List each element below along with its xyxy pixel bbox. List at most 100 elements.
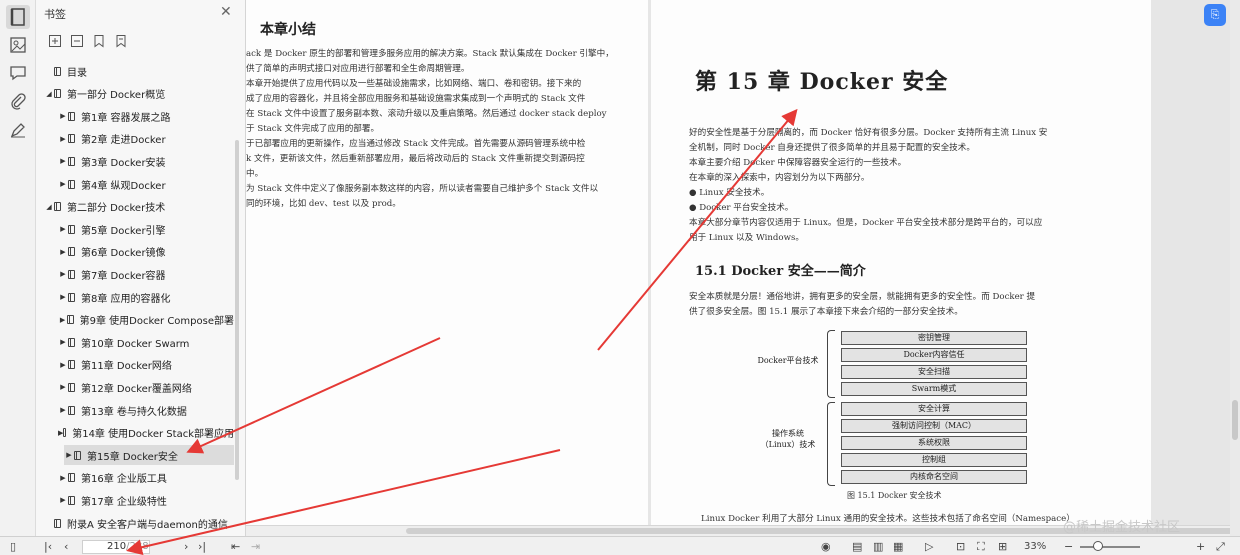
bookmark-item[interactable]: ◢ 第一部分 Docker概览 xyxy=(36,84,234,104)
text-line: 好的安全性是基于分层隔离的，而 Docker 恰好有很多分层。Docker 支持… xyxy=(689,128,1048,138)
bookmark-item[interactable]: ▶ 第4章 纵观Docker xyxy=(36,174,234,194)
bookmark-panel: 书签 ✕ 目录 ◢ 第一部分 Docker概览 ▶ 第1章 容器发展之路 ▶ 第2章 走进D… xyxy=(36,0,246,536)
bookmark-item-icon xyxy=(68,292,75,302)
caret-right-icon[interactable]: ▶ xyxy=(58,383,68,391)
last-page-icon[interactable]: ›| xyxy=(198,539,206,554)
caret-right-icon[interactable]: ▶ xyxy=(58,406,68,414)
next-page-icon[interactable]: › xyxy=(184,539,188,554)
caret-down-icon[interactable]: ◢ xyxy=(44,90,54,98)
bookmark-item-label: 第10章 Docker Swarm xyxy=(81,338,190,350)
bookmark-icon[interactable] xyxy=(114,33,128,48)
text-line: 安全本质就是分层！通俗地讲，拥有更多的安全层，就能拥有更多的安全性。而 Dock… xyxy=(689,292,1036,302)
bookmark-item[interactable]: ▶ 第10章 Docker Swarm xyxy=(36,332,234,352)
text-line: k 文件，更新该文件，然后重新部署应用，最后将改动后的 Stack 文件重新提交… xyxy=(246,154,585,164)
bookmark-item[interactable]: ▶ 第13章 卷与持久化数据 xyxy=(36,400,234,420)
bookmark-item-label: 第12章 Docker覆盖网络 xyxy=(81,383,192,395)
translate-icon[interactable]: ⎘ xyxy=(1204,4,1226,26)
bookmark-item[interactable]: 目录 xyxy=(36,61,234,81)
bookmark-item[interactable]: ▶ 第6章 Docker镜像 xyxy=(36,242,234,262)
text-line: 成了应用的容器化，并且将全部应用服务和基础设施需求集成到一个声明式的 Stack… xyxy=(246,94,586,104)
caret-right-icon[interactable]: ▶ xyxy=(58,112,68,120)
zoom-out-icon[interactable]: − xyxy=(1064,539,1073,554)
fit-width-icon[interactable]: ⊞ xyxy=(998,539,1007,554)
panel-scrollbar[interactable] xyxy=(235,140,239,480)
zoom-slider-handle[interactable] xyxy=(1093,541,1103,551)
caret-right-icon[interactable]: ▶ xyxy=(64,451,74,459)
thumbnail-icon[interactable] xyxy=(9,36,27,54)
bookmark-item[interactable]: ◢ 第二部分 Docker技术 xyxy=(36,197,234,217)
bookmark-item-icon xyxy=(68,179,75,189)
watermark: @稀土掘金技术社区 xyxy=(1063,520,1181,535)
first-page-icon[interactable]: |‹ xyxy=(44,539,52,554)
bookmark-item[interactable]: ▶ 第17章 企业级特性 xyxy=(36,490,234,510)
bookmark-item[interactable]: ▶ 第11章 Docker网络 xyxy=(36,355,234,375)
back-icon[interactable]: ⇤ xyxy=(231,539,240,554)
bookmark-item[interactable]: ▶ 第16章 企业版工具 xyxy=(36,468,234,488)
caret-right-icon[interactable]: ▶ xyxy=(58,270,68,278)
bookmark-item[interactable]: ▶ 第12章 Docker覆盖网络 xyxy=(36,377,234,397)
forward-icon[interactable]: ⇥ xyxy=(251,539,260,554)
play-icon[interactable]: ▷ xyxy=(925,539,933,554)
single-page-icon[interactable]: ▤ xyxy=(852,539,862,554)
fullscreen-icon[interactable]: ⤢ xyxy=(1216,539,1225,554)
bookmark-item-label: 第8章 应用的容器化 xyxy=(81,293,171,305)
bookmark-item[interactable]: ▶ 第15章 Docker安全 xyxy=(64,445,234,466)
signature-icon[interactable] xyxy=(9,121,27,139)
text-line: ack 是 Docker 原生的部署和管理多服务应用的解决方案。Stack 默认… xyxy=(246,49,614,59)
add-bookmark-icon[interactable] xyxy=(92,33,106,48)
bookmark-item-label: 第4章 纵观Docker xyxy=(81,180,166,192)
sidebar-toggle-icon[interactable]: ▯ xyxy=(10,539,16,554)
caret-right-icon[interactable]: ▶ xyxy=(58,293,68,301)
caret-right-icon[interactable]: ▶ xyxy=(58,248,68,256)
text-line: 全机制，同时 Docker 自身还提供了很多简单的并且易于配置的安全技术。 xyxy=(689,143,975,153)
caret-right-icon[interactable]: ▶ xyxy=(58,496,68,504)
bookmark-item[interactable]: ▶ 第1章 容器发展之路 xyxy=(36,106,234,126)
comment-icon[interactable] xyxy=(9,64,27,82)
bookmark-item[interactable]: 附录A 安全客户端与daemon的通信 xyxy=(36,513,234,533)
zoom-in-icon[interactable]: + xyxy=(1196,539,1205,554)
caret-right-icon[interactable]: ▶ xyxy=(58,338,68,346)
zoom-slider[interactable] xyxy=(1080,546,1140,548)
read-mode-icon[interactable]: ◉ xyxy=(821,539,831,554)
page-number-field[interactable]: 210/288 xyxy=(82,540,150,554)
bookmark-item[interactable]: ▶ 第9章 使用Docker Compose部署 xyxy=(36,310,234,330)
document-viewport: 本章小结 ack 是 Docker 原生的部署和管理多服务应用的解决方案。Sta… xyxy=(246,0,1240,536)
caret-right-icon[interactable]: ▶ xyxy=(58,180,68,188)
collapse-all-icon[interactable] xyxy=(70,33,84,47)
caret-right-icon[interactable]: ▶ xyxy=(58,361,68,369)
bookmark-item[interactable]: ▶ 第3章 Docker安装 xyxy=(36,151,234,171)
caret-down-icon[interactable]: ◢ xyxy=(44,203,54,211)
fit-page-icon[interactable]: ⛶ xyxy=(977,539,985,554)
bookmark-item[interactable]: ▶ 第2章 走进Docker xyxy=(36,129,234,149)
prev-page-icon[interactable]: ‹ xyxy=(64,539,68,554)
bookmark-item-label: 第6章 Docker镜像 xyxy=(81,248,166,260)
bookmark-item-label: 第1章 容器发展之路 xyxy=(81,112,171,124)
expand-all-icon[interactable] xyxy=(48,33,62,47)
bookmark-item-label: 第14章 使用Docker Stack部署应用 xyxy=(72,429,234,441)
bookmark-item[interactable]: ▶ 第5章 Docker引擎 xyxy=(36,219,234,239)
caret-right-icon[interactable]: ▶ xyxy=(58,474,68,482)
caret-right-icon[interactable]: ▶ xyxy=(58,225,68,233)
attachment-icon[interactable] xyxy=(9,92,27,110)
caret-right-icon[interactable]: ▶ xyxy=(58,135,68,143)
bookmark-item-icon xyxy=(74,450,81,460)
diagram-group-label: 操作系统 （Linux）技术 xyxy=(760,429,816,449)
bookmark-item-label: 第2章 走进Docker xyxy=(81,135,166,147)
actual-size-icon[interactable]: ⊡ xyxy=(956,539,965,554)
continuous-page-icon[interactable]: ▥ xyxy=(873,539,883,554)
bookmark-item[interactable]: ▶ 第7章 Docker容器 xyxy=(36,264,234,284)
caret-right-icon[interactable]: ▶ xyxy=(58,316,67,324)
close-icon[interactable]: ✕ xyxy=(220,4,232,20)
caret-right-icon[interactable]: ▶ xyxy=(58,157,68,165)
bookmark-panel-icon[interactable] xyxy=(6,5,30,29)
vertical-scrollbar[interactable] xyxy=(1230,0,1240,536)
zoom-level[interactable]: 33% xyxy=(1024,539,1046,554)
bookmark-item[interactable]: ▶ 第8章 应用的容器化 xyxy=(36,287,234,307)
bookmark-item-icon xyxy=(68,247,75,257)
two-page-icon[interactable]: ▦ xyxy=(893,539,903,554)
bookmark-item[interactable]: ▶ 第14章 使用Docker Stack部署应用 xyxy=(36,423,234,443)
diagram-box: 安全计算 xyxy=(841,402,1027,416)
bookmark-item-icon xyxy=(68,337,75,347)
bookmark-item-label: 第3章 Docker安装 xyxy=(81,157,166,169)
text-line: 于已部署应用的更新操作，应当通过修改 Stack 文件完成。首先需要从源码管理系… xyxy=(246,139,586,149)
